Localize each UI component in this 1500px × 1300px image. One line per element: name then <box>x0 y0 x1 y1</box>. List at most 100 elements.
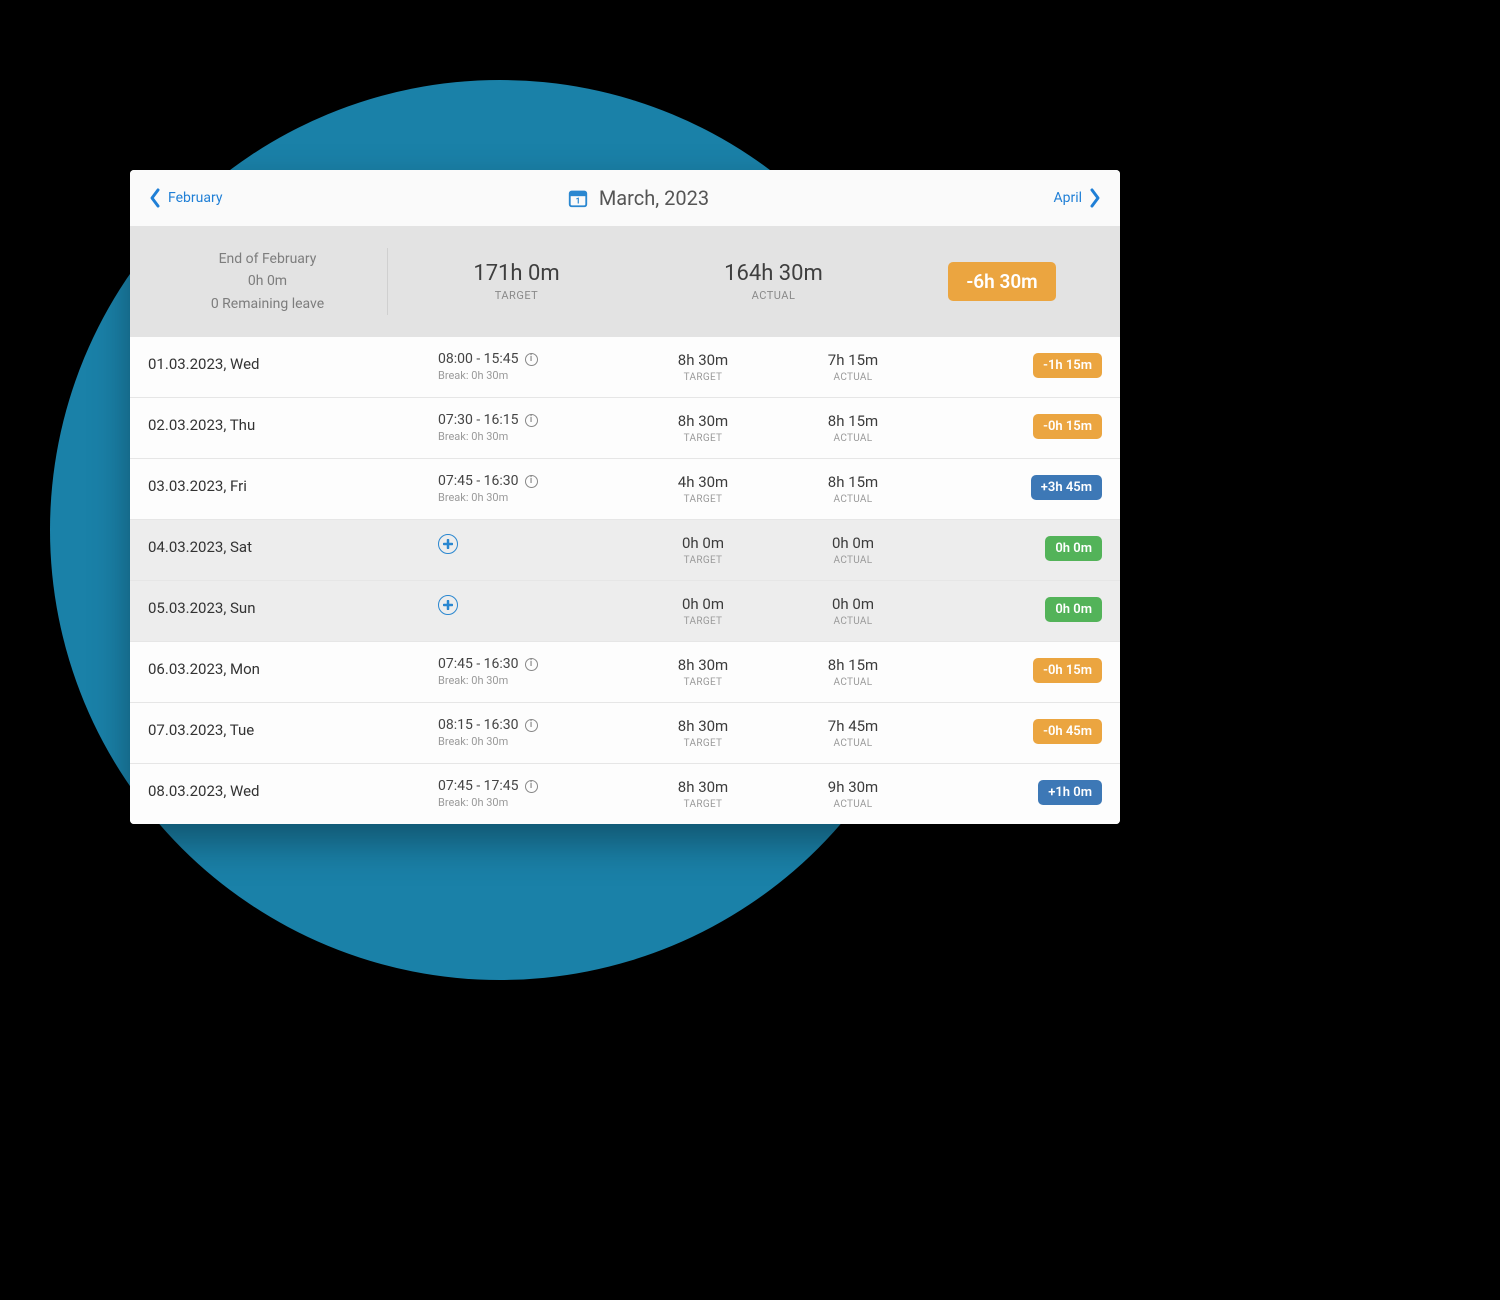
day-target-value: 0h 0m <box>628 595 778 613</box>
day-target-label: TARGET <box>628 738 778 749</box>
day-row[interactable]: 07.03.2023, Tue08:15 - 16:30iBreak: 0h 3… <box>130 703 1120 764</box>
day-target: 8h 30mTARGET <box>628 717 778 749</box>
summary-actual: 164h 30m ACTUAL <box>645 261 902 302</box>
summary-actual-label: ACTUAL <box>645 289 902 302</box>
break-duration: Break: 0h 30m <box>438 369 628 382</box>
day-actual: 9h 30mACTUAL <box>778 778 928 810</box>
day-actual-label: ACTUAL <box>778 616 928 627</box>
day-target-label: TARGET <box>628 677 778 688</box>
day-date: 02.03.2023, Thu <box>148 412 438 434</box>
day-target: 0h 0mTARGET <box>628 595 778 627</box>
day-time-cell: 07:30 - 16:15iBreak: 0h 30m <box>438 412 628 443</box>
day-row[interactable]: 02.03.2023, Thu07:30 - 16:15iBreak: 0h 3… <box>130 398 1120 459</box>
time-range: 07:45 - 17:45 <box>438 778 519 794</box>
day-delta-badge: 0h 0m <box>1045 536 1102 561</box>
month-nav-bar: February 1 March, 2023 April <box>130 170 1120 226</box>
info-icon[interactable]: i <box>525 719 538 732</box>
carryover-line2: 0h 0m <box>148 270 387 292</box>
day-row[interactable]: 04.03.2023, Sat0h 0mTARGET0h 0mACTUAL0h … <box>130 520 1120 581</box>
chevron-right-icon <box>1088 187 1102 209</box>
chevron-left-icon <box>148 187 162 209</box>
carryover-line3: 0 Remaining leave <box>148 293 387 315</box>
break-duration: Break: 0h 30m <box>438 796 628 809</box>
summary-target-label: TARGET <box>388 289 645 302</box>
day-actual-label: ACTUAL <box>778 677 928 688</box>
day-actual-value: 0h 0m <box>778 534 928 552</box>
day-actual-value: 7h 15m <box>778 351 928 369</box>
day-delta: -1h 15m <box>928 351 1102 378</box>
day-actual: 8h 15mACTUAL <box>778 656 928 688</box>
day-date: 04.03.2023, Sat <box>148 534 438 556</box>
day-actual: 7h 45mACTUAL <box>778 717 928 749</box>
summary-carryover: End of February 0h 0m 0 Remaining leave <box>148 248 388 315</box>
day-date: 05.03.2023, Sun <box>148 595 438 617</box>
day-date: 06.03.2023, Mon <box>148 656 438 678</box>
month-summary: End of February 0h 0m 0 Remaining leave … <box>130 226 1120 337</box>
summary-delta: -6h 30m <box>902 262 1102 301</box>
day-actual-label: ACTUAL <box>778 372 928 383</box>
day-target-value: 8h 30m <box>628 412 778 430</box>
summary-target-value: 171h 0m <box>388 261 645 286</box>
time-range-line: 07:45 - 17:45 i <box>438 778 628 794</box>
day-target-value: 8h 30m <box>628 351 778 369</box>
day-actual: 8h 15mACTUAL <box>778 412 928 444</box>
day-delta-badge: +3h 45m <box>1031 475 1102 500</box>
day-delta-badge: -0h 15m <box>1033 658 1102 683</box>
day-time-cell <box>438 595 628 615</box>
day-target-label: TARGET <box>628 555 778 566</box>
add-entry-button[interactable] <box>438 595 458 615</box>
day-actual-value: 0h 0m <box>778 595 928 613</box>
info-icon[interactable]: i <box>525 780 538 793</box>
day-delta: +3h 45m <box>928 473 1102 500</box>
break-duration: Break: 0h 30m <box>438 491 628 504</box>
day-time-cell: 07:45 - 17:45 i Break: 0h 30m <box>438 778 628 809</box>
day-actual-label: ACTUAL <box>778 494 928 505</box>
day-row[interactable]: 08.03.2023, Wed07:45 - 17:45 i Break: 0h 3… <box>130 764 1120 824</box>
day-actual-label: ACTUAL <box>778 555 928 566</box>
calendar-icon: 1 <box>567 187 589 209</box>
next-month-button[interactable]: April <box>1053 187 1102 209</box>
day-date: 07.03.2023, Tue <box>148 717 438 739</box>
day-actual-value: 8h 15m <box>778 473 928 491</box>
carryover-line1: End of February <box>148 248 387 270</box>
current-month-title[interactable]: 1 March, 2023 <box>567 186 709 210</box>
day-actual: 0h 0m ACTUAL <box>778 534 928 566</box>
day-date: 03.03.2023, Fri <box>148 473 438 495</box>
summary-delta-badge: -6h 30m <box>948 262 1055 301</box>
day-row[interactable]: 01.03.2023, Wed08:00 - 15:45iBreak: 0h 3… <box>130 337 1120 398</box>
info-icon[interactable]: i <box>525 353 538 366</box>
break-duration: Break: 0h 30m <box>438 674 628 687</box>
day-target: 8h 30mTARGET <box>628 412 778 444</box>
day-rows-container: 01.03.2023, Wed08:00 - 15:45iBreak: 0h 3… <box>130 337 1120 824</box>
day-row[interactable]: 03.03.2023, Fri07:45 - 16:30i Break: 0h 3… <box>130 459 1120 520</box>
day-actual-value: 9h 30m <box>778 778 928 796</box>
info-icon[interactable]: i <box>525 658 538 671</box>
day-target-value: 0h 0m <box>628 534 778 552</box>
day-target: 0h 0m TARGET <box>628 534 778 566</box>
summary-target: 171h 0m TARGET <box>388 261 645 302</box>
day-row[interactable]: 06.03.2023, Mon07:45 - 16:30iBreak: 0h 3… <box>130 642 1120 703</box>
day-time-cell: 08:00 - 15:45iBreak: 0h 30m <box>438 351 628 382</box>
day-date: 08.03.2023, Wed <box>148 778 438 800</box>
day-row[interactable]: 05.03.2023, Sun0h 0mTARGET0h 0mACTUAL0h … <box>130 581 1120 642</box>
day-delta: 0h 0m <box>928 534 1102 561</box>
day-time-cell: 08:15 - 16:30iBreak: 0h 30m <box>438 717 628 748</box>
add-entry-button[interactable] <box>438 534 458 554</box>
prev-month-button[interactable]: February <box>148 187 222 209</box>
day-date: 01.03.2023, Wed <box>148 351 438 373</box>
info-icon[interactable]: i <box>525 414 538 427</box>
day-target-value: 8h 30m <box>628 656 778 674</box>
day-actual: 8h 15m ACTUAL <box>778 473 928 505</box>
day-delta: -0h 15m <box>928 412 1102 439</box>
day-delta: -0h 45m <box>928 717 1102 744</box>
info-icon[interactable]: i <box>525 475 538 488</box>
day-actual: 7h 15m ACTUAL <box>778 351 928 383</box>
day-target-value: 4h 30m <box>628 473 778 491</box>
day-delta: -0h 15m <box>928 656 1102 683</box>
day-target-label: TARGET <box>628 494 778 505</box>
day-target: 8h 30m TARGET <box>628 656 778 688</box>
plus-icon <box>443 600 453 610</box>
next-month-label: April <box>1053 190 1082 206</box>
time-range: 07:30 - 16:15 <box>438 412 519 428</box>
time-range-line: 07:45 - 16:30i <box>438 473 628 489</box>
